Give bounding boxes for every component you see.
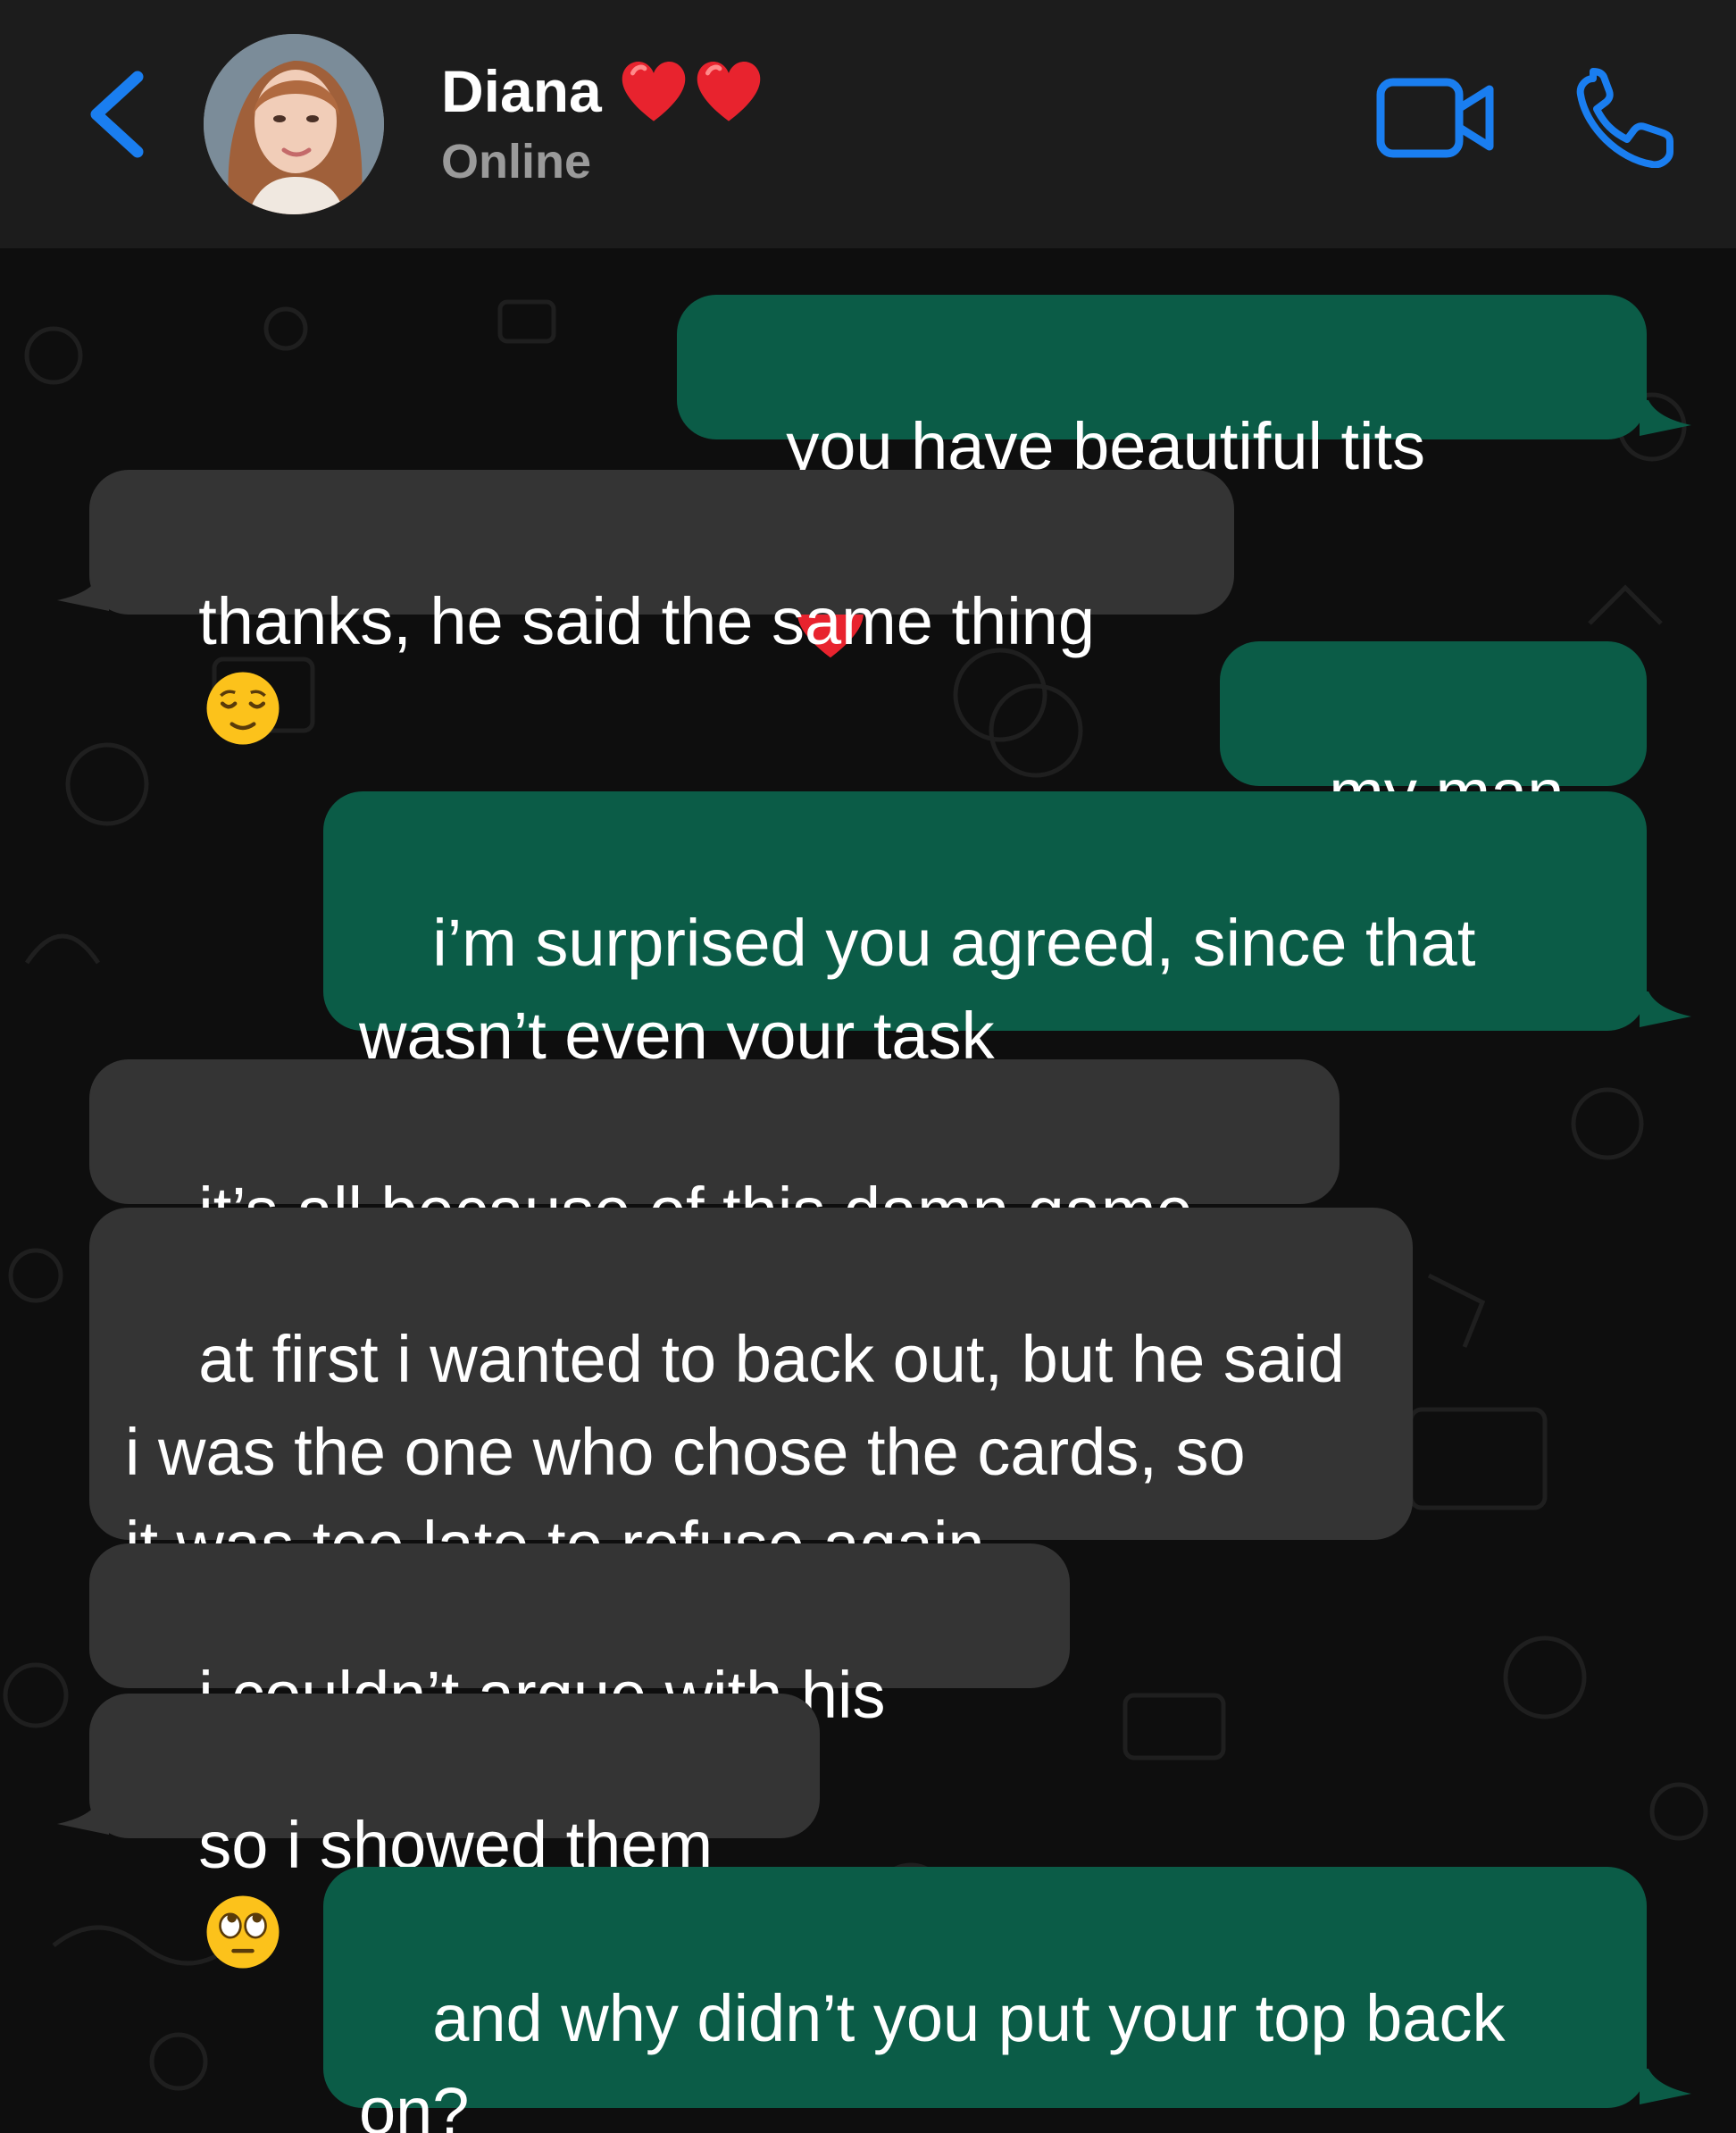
message-bubble-incoming[interactable]: so i showed them [89, 1694, 820, 1969]
red-heart-icon [697, 62, 761, 121]
message-bubble-outgoing[interactable]: and why didn’t you put your top back on? [323, 1867, 1647, 2133]
relieved-face-icon [204, 669, 282, 748]
voice-call-button[interactable] [1572, 68, 1677, 169]
red-heart-icon [622, 62, 686, 121]
contact-photo [204, 34, 384, 214]
bubble-tail-incoming [57, 575, 109, 611]
avatar[interactable] [204, 34, 384, 214]
video-call-button[interactable] [1373, 73, 1498, 163]
message-bubble-outgoing[interactable]: you have beautiful tits [677, 295, 1647, 658]
message-bubble-incoming[interactable]: at first i wanted to back out, but he sa… [89, 1208, 1413, 1582]
contact-name: Diana [441, 54, 766, 129]
bubble-tail-outgoing [1640, 2069, 1691, 2104]
phone-icon [1576, 68, 1673, 169]
message-bubble-outgoing[interactable]: i’m surprised you agreed, since that was… [323, 791, 1647, 1073]
chat-area[interactable]: you have beautiful tits thanks, he said … [0, 248, 1736, 2133]
message-bubble-incoming[interactable]: thanks, he said the same thing [89, 470, 1234, 745]
video-camera-icon [1376, 78, 1494, 158]
contact-status: Online [441, 135, 592, 188]
message-bubble-incoming[interactable]: i couldn’t argue with his logic [89, 1543, 1070, 1825]
message-bubble-incoming[interactable]: it’s all because of this damn game [89, 1059, 1340, 1334]
contact-name-text: Diana [441, 58, 602, 124]
bubble-tail-outgoing [1640, 400, 1691, 436]
face-with-rolling-eyes-icon [204, 1893, 282, 1971]
back-button[interactable] [82, 70, 154, 159]
name-hearts [616, 54, 766, 129]
bubble-tail-outgoing [1640, 991, 1691, 1027]
chat-header: Diana Online [0, 0, 1736, 248]
message-bubble-outgoing[interactable]: my man [1220, 641, 1647, 916]
bubble-tail-incoming [57, 1799, 109, 1835]
message-text: thanks, he said the same thing [198, 584, 1095, 658]
chevron-left-icon [90, 71, 144, 158]
